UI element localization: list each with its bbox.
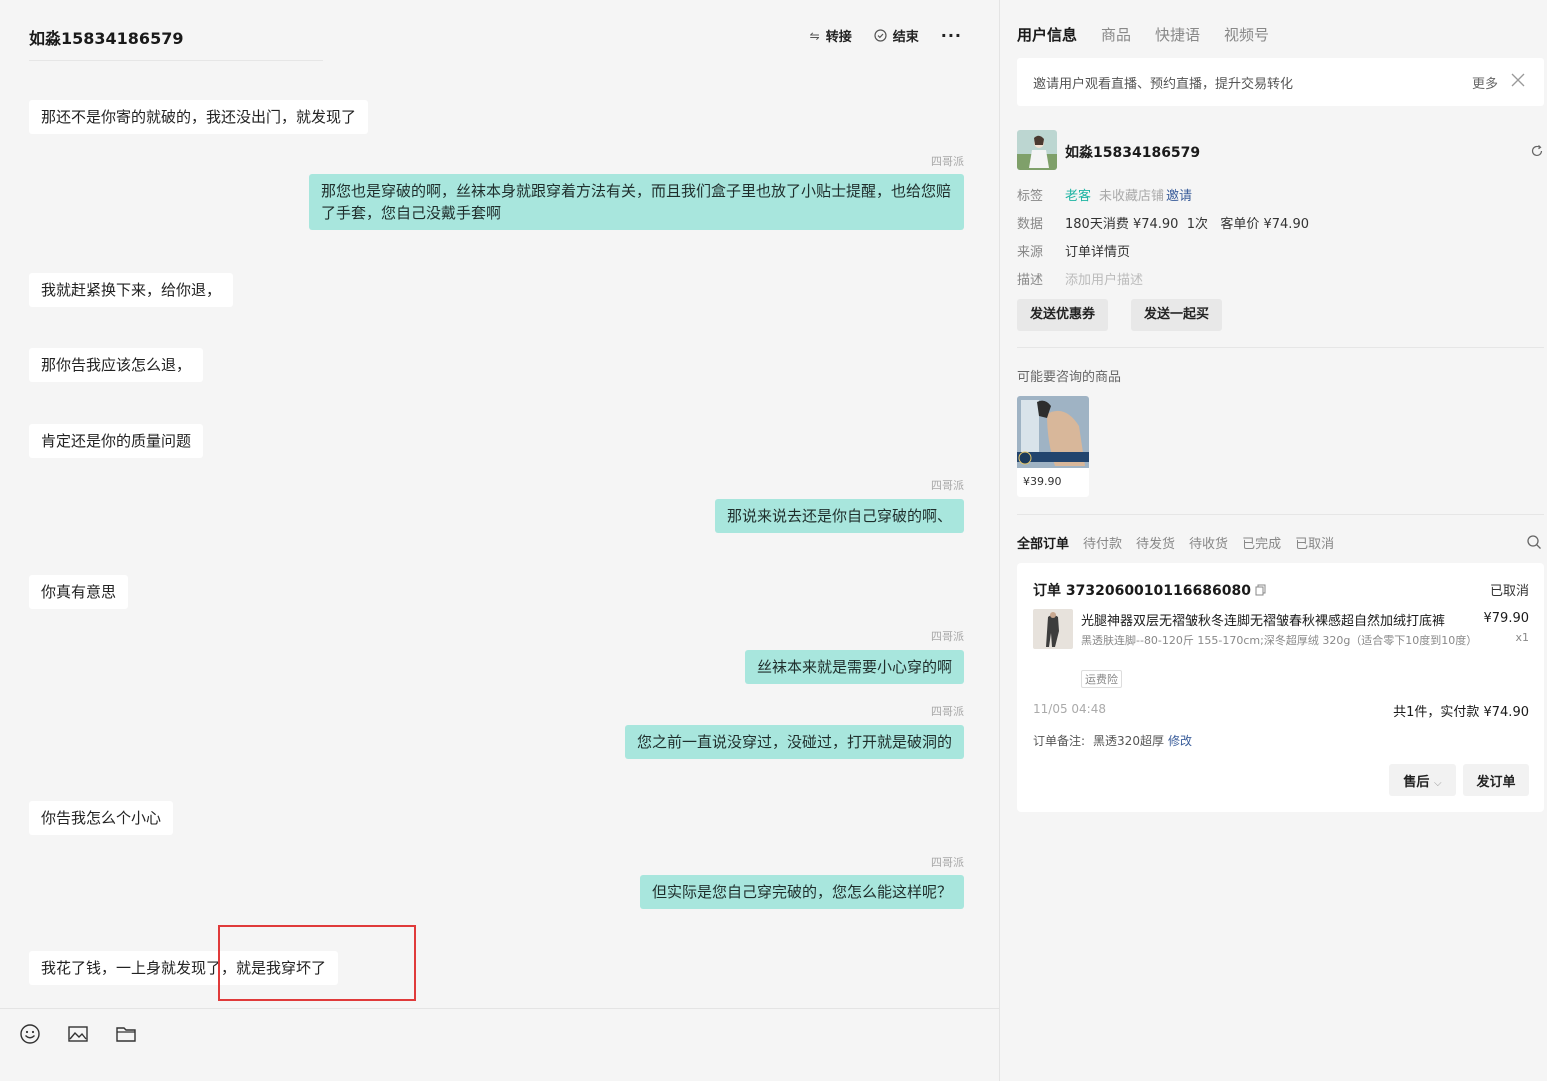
avatar[interactable] bbox=[1017, 130, 1057, 170]
source-label: 来源 bbox=[1017, 245, 1044, 260]
message-sender: 四哥派 bbox=[931, 856, 964, 869]
message-incoming: 那还不是你寄的就破的，我还没出门，就发现了 bbox=[29, 100, 369, 134]
source-value: 订单详情页 bbox=[1065, 245, 1131, 260]
data-label: 数据 bbox=[1017, 217, 1044, 232]
order-tab-unpaid[interactable]: 待付款 bbox=[1083, 533, 1122, 552]
folder-icon[interactable] bbox=[115, 1023, 137, 1045]
end-button[interactable]: 结束 bbox=[874, 26, 919, 45]
title-underline bbox=[29, 60, 323, 61]
live-invite-notice: 邀请用户观看直播、预约直播，提升交易转化 更多 bbox=[1017, 58, 1544, 106]
description-label: 描述 bbox=[1017, 273, 1044, 288]
tab-channels[interactable]: 视频号 bbox=[1224, 24, 1269, 45]
tab-quick-replies[interactable]: 快捷语 bbox=[1155, 24, 1200, 45]
copy-icon[interactable] bbox=[1255, 584, 1266, 596]
divider bbox=[1017, 347, 1544, 348]
item-thumbnail[interactable] bbox=[1033, 609, 1073, 649]
message-incoming: 你真有意思 bbox=[29, 575, 129, 609]
header-actions: ⇋ 转接 结束 ··· bbox=[810, 26, 962, 45]
description-row: 描述 添加用户描述 bbox=[1017, 269, 1143, 288]
message-incoming: 那你告我应该怎么退， bbox=[29, 348, 204, 382]
description-input[interactable]: 添加用户描述 bbox=[1065, 269, 1143, 288]
emoji-icon[interactable] bbox=[19, 1023, 41, 1045]
invite-link[interactable]: 邀请 bbox=[1166, 185, 1192, 204]
chat-pane: 如淼15834186579 ⇋ 转接 结束 ··· 那还不是你寄的就破的，我还没… bbox=[0, 0, 1000, 1081]
send-coupon-button[interactable]: 发送优惠券 bbox=[1017, 299, 1109, 331]
remark-edit-link[interactable]: 修改 bbox=[1168, 734, 1192, 748]
order-tab-all[interactable]: 全部订单 bbox=[1017, 533, 1069, 552]
search-icon[interactable] bbox=[1526, 534, 1542, 550]
message-sender: 四哥派 bbox=[931, 155, 964, 168]
data-value: 180天消费 ¥74.90 1次 客单价 ¥74.90 bbox=[1065, 217, 1309, 232]
image-icon[interactable] bbox=[67, 1023, 89, 1045]
order-number-text: 订单 3732060010116686080 bbox=[1033, 583, 1251, 599]
order-card: 订单 3732060010116686080 已取消 光腿神器双层无褶皱秋冬连脚… bbox=[1017, 563, 1544, 812]
message-sender: 四哥派 bbox=[931, 630, 964, 643]
item-quantity: x1 bbox=[1515, 631, 1529, 644]
check-circle-icon bbox=[874, 29, 887, 42]
message-outgoing: 但实际是您自己穿完破的，您怎么能这样呢？ bbox=[639, 875, 964, 909]
data-row: 数据 180天消费 ¥74.90 1次 客单价 ¥74.90 bbox=[1017, 213, 1309, 232]
order-number: 订单 3732060010116686080 bbox=[1033, 580, 1266, 600]
order-tab-to-receive[interactable]: 待收货 bbox=[1189, 533, 1228, 552]
message-outgoing: 您之前一直说没穿过，没碰过，打开就是破洞的 bbox=[624, 725, 964, 759]
consult-section-title: 可能要咨询的商品 bbox=[1017, 370, 1122, 385]
product-card[interactable]: ¥39.90 bbox=[1017, 396, 1089, 497]
order-total: 共1件，实付款 ¥74.90 bbox=[1393, 705, 1529, 720]
chevron-down-icon: ⌵ bbox=[1433, 777, 1442, 789]
chat-header: 如淼15834186579 ⇋ 转接 结束 ··· bbox=[0, 0, 1000, 62]
order-tab-to-ship[interactable]: 待发货 bbox=[1136, 533, 1175, 552]
product-thumbnail bbox=[1017, 396, 1089, 468]
side-tabs: 用户信息 商品 快捷语 视频号 bbox=[1017, 24, 1269, 45]
order-tab-cancelled[interactable]: 已取消 bbox=[1295, 533, 1334, 552]
send-order-button[interactable]: 发订单 bbox=[1463, 764, 1529, 796]
send-group-buy-button[interactable]: 发送一起买 bbox=[1131, 299, 1223, 331]
remark-value: 黑透320超厚 bbox=[1093, 734, 1164, 748]
tab-products[interactable]: 商品 bbox=[1101, 24, 1131, 45]
message-outgoing: 那说来说去还是你自己穿破的啊、 bbox=[714, 499, 964, 533]
transfer-icon: ⇋ bbox=[809, 28, 820, 43]
message-incoming: 我就赶紧换下来，给你退， bbox=[29, 273, 234, 307]
message-outgoing: 丝袜本来就是需要小心穿的啊 bbox=[744, 650, 964, 684]
user-name: 如淼15834186579 bbox=[1065, 145, 1201, 161]
message-outgoing: 那您也是穿破的啊，丝袜本身就跟穿着方法有关，而且我们盒子里也放了小贴士提醒，也给… bbox=[309, 174, 964, 230]
end-label: 结束 bbox=[892, 30, 919, 45]
order-remark: 订单备注: 黑透320超厚 修改 bbox=[1033, 732, 1192, 749]
transfer-button[interactable]: ⇋ 转接 bbox=[809, 26, 852, 46]
message-sender: 四哥派 bbox=[931, 705, 964, 718]
tags-label: 标签 bbox=[1017, 189, 1044, 204]
item-badge: 运费险 bbox=[1081, 670, 1122, 688]
item-name[interactable]: 光腿神器双层无褶皱秋冬连脚无褶皱春秋裸感超自然加绒打底裤 bbox=[1081, 610, 1481, 629]
refresh-icon[interactable] bbox=[1530, 144, 1544, 158]
divider bbox=[1017, 514, 1544, 515]
message-incoming: 肯定还是你的质量问题 bbox=[29, 424, 204, 458]
order-time: 11/05 04:48 bbox=[1033, 702, 1106, 716]
close-icon[interactable] bbox=[1510, 72, 1526, 88]
tab-user-info[interactable]: 用户信息 bbox=[1017, 24, 1077, 45]
transfer-label: 转接 bbox=[825, 30, 852, 45]
side-pane: 用户信息 商品 快捷语 视频号 邀请用户观看直播、预约直播，提升交易转化 更多 … bbox=[1001, 0, 1547, 1081]
highlight-annotation bbox=[218, 925, 416, 1001]
message-sender: 四哥派 bbox=[931, 479, 964, 492]
item-price: ¥79.90 bbox=[1483, 611, 1530, 626]
composer-toolbar bbox=[0, 1008, 1000, 1081]
notice-more-link[interactable]: 更多 bbox=[1472, 73, 1498, 92]
after-sales-button[interactable]: 售后 ⌵ bbox=[1389, 764, 1456, 796]
tag-old-customer: 老客 bbox=[1065, 189, 1092, 204]
product-price: ¥39.90 bbox=[1023, 475, 1062, 488]
app: 如淼15834186579 ⇋ 转接 结束 ··· 那还不是你寄的就破的，我还没… bbox=[0, 0, 1547, 1081]
remark-label: 订单备注: bbox=[1033, 734, 1086, 748]
order-status: 已取消 bbox=[1489, 584, 1529, 599]
notice-text: 邀请用户观看直播、预约直播，提升交易转化 bbox=[1033, 77, 1294, 92]
tags-row: 标签 老客 未收藏店铺 邀请 bbox=[1017, 185, 1192, 204]
message-incoming: 你告我怎么个小心 bbox=[29, 801, 174, 835]
order-tabs: 全部订单 待付款 待发货 待收货 已完成 已取消 bbox=[1017, 533, 1334, 552]
item-spec: 黑透肤连脚--80-120斤 155-170cm;深冬超厚绒 320g（适合零下… bbox=[1081, 634, 1478, 647]
tag-not-favorited: 未收藏店铺 bbox=[1099, 189, 1165, 204]
chat-title: 如淼15834186579 bbox=[29, 29, 184, 48]
more-icon[interactable]: ··· bbox=[941, 26, 962, 45]
after-sales-label: 售后 bbox=[1403, 774, 1430, 790]
order-tab-completed[interactable]: 已完成 bbox=[1242, 533, 1281, 552]
source-row: 来源 订单详情页 bbox=[1017, 241, 1130, 260]
